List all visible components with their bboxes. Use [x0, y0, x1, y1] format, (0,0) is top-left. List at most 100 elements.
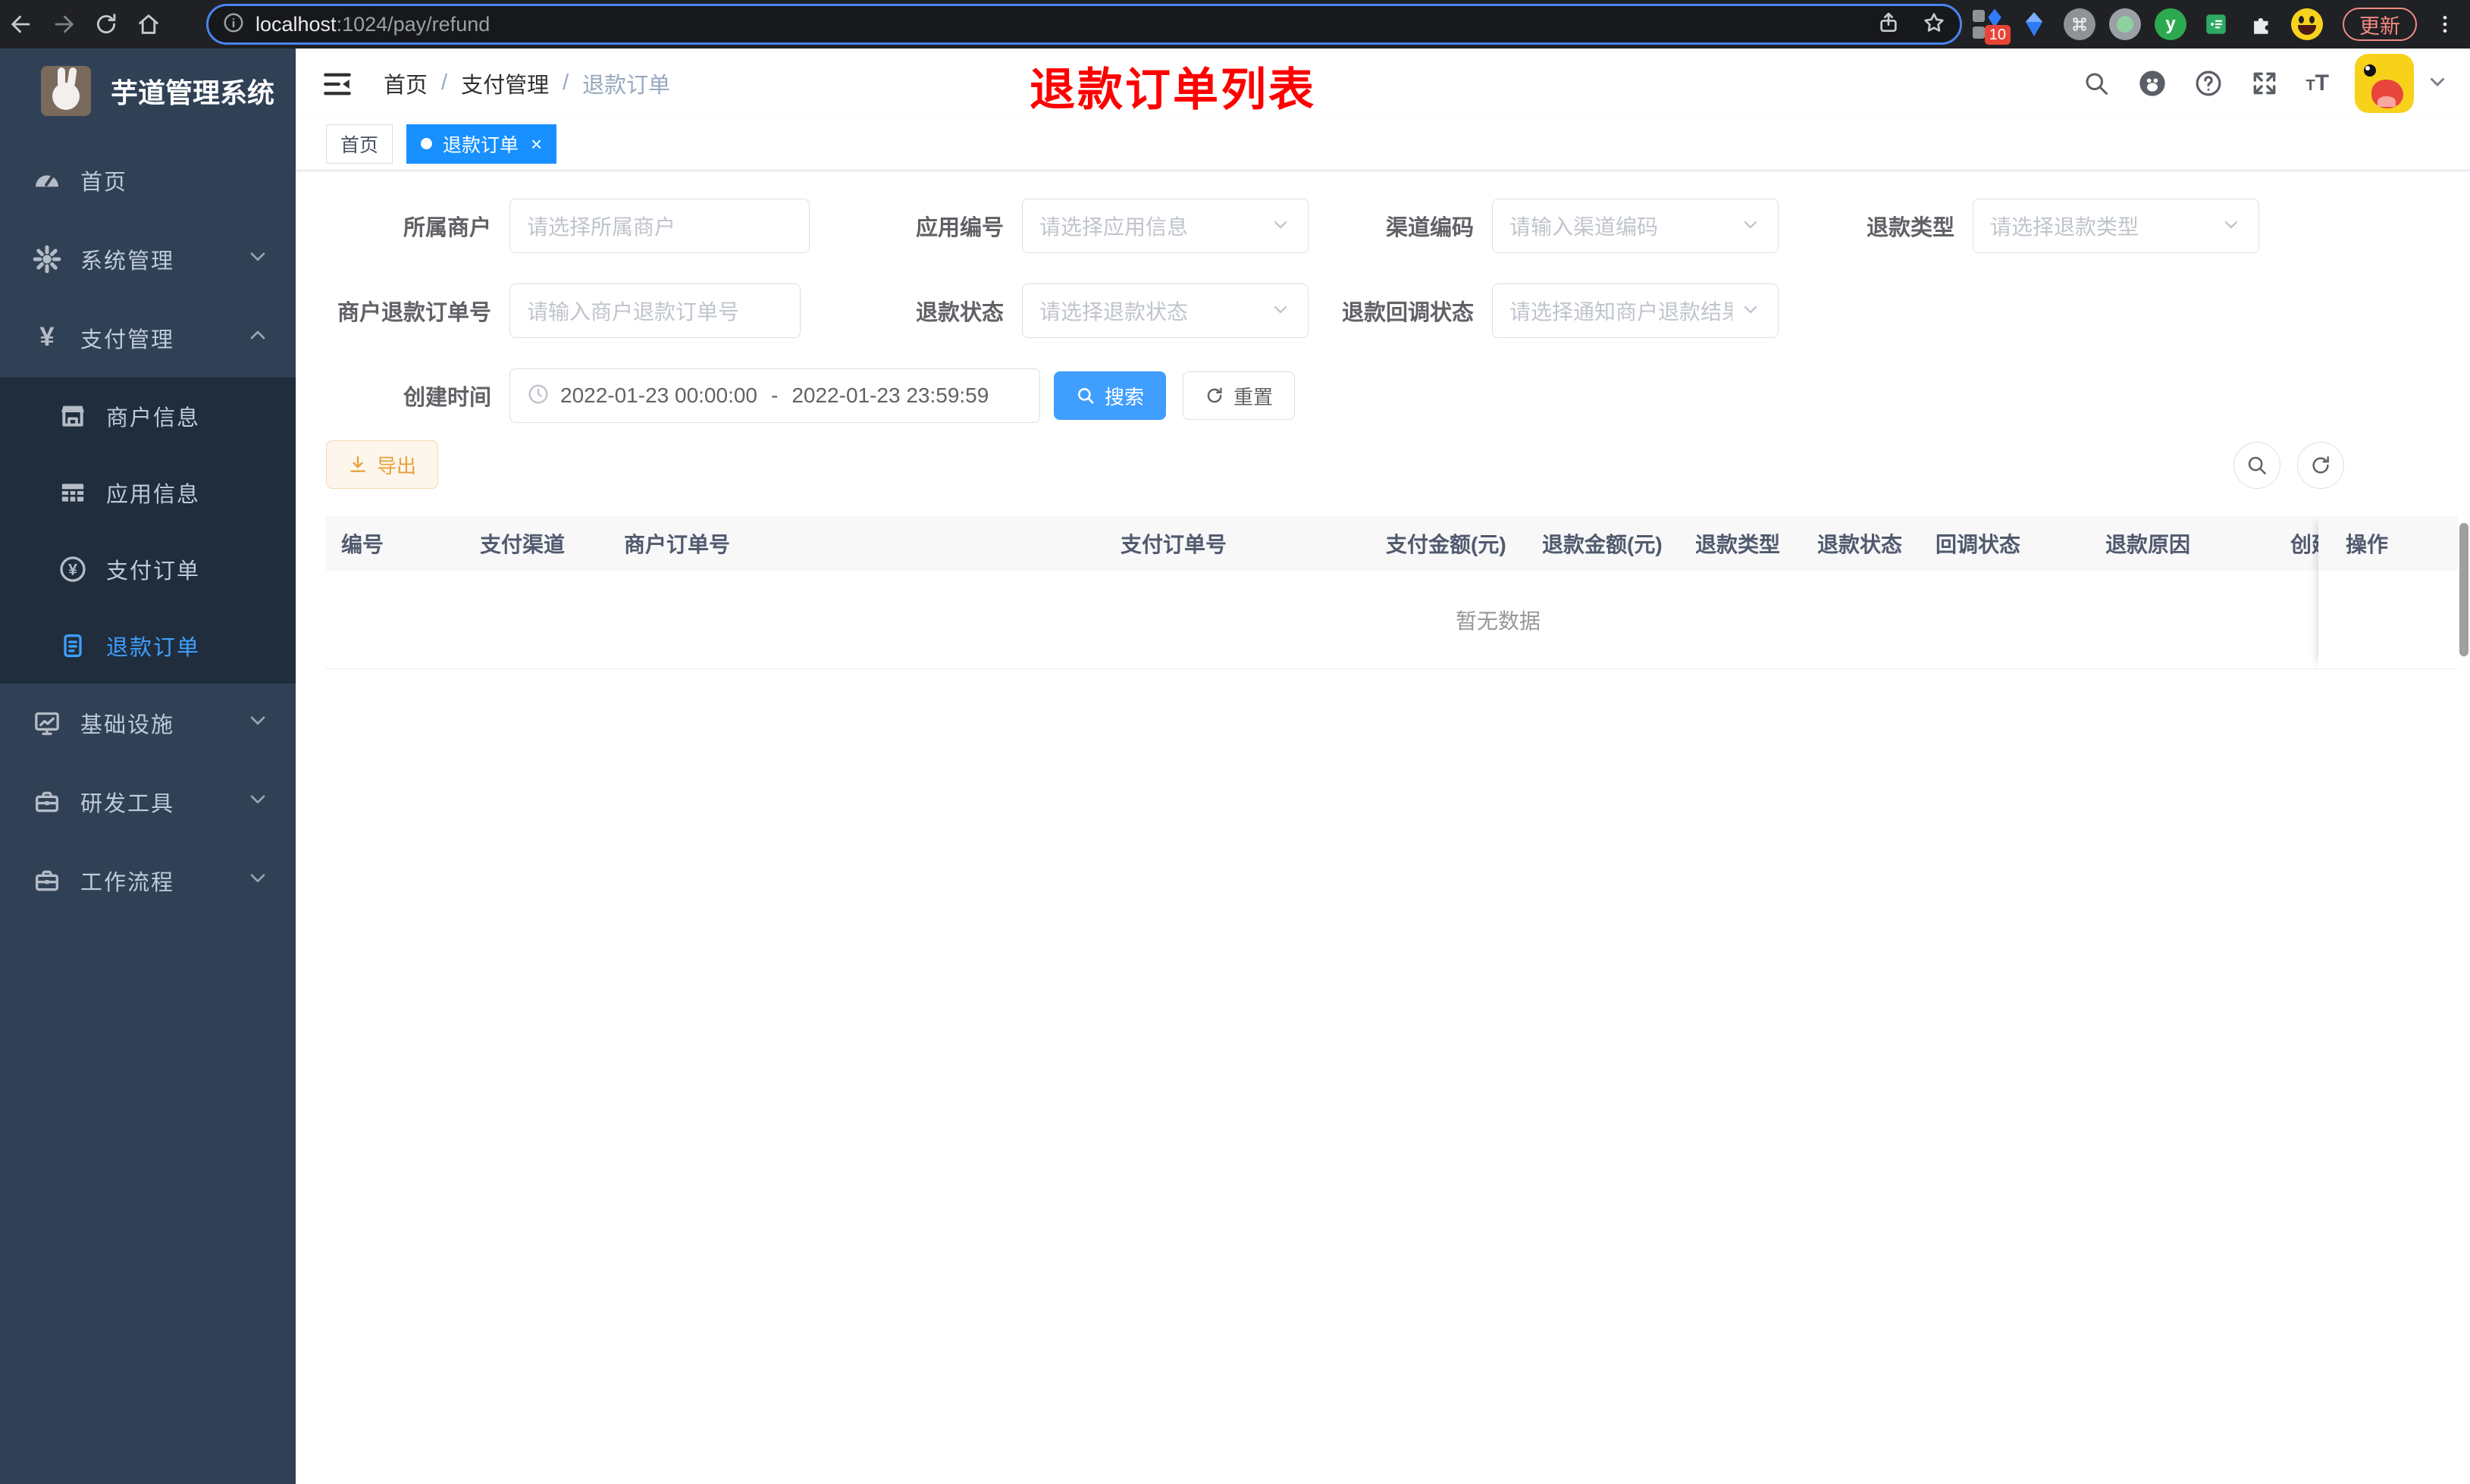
- app-logo-row[interactable]: 芋道管理系统: [0, 49, 296, 133]
- chevron-down-icon: [246, 866, 270, 896]
- clock-icon: [527, 383, 550, 409]
- date-start-value[interactable]: 2022-01-23 00:00:00: [560, 384, 757, 408]
- page-scrollbar-thumb[interactable]: [2459, 523, 2468, 656]
- yencircle-icon: ¥: [56, 553, 89, 586]
- svg-text:¥: ¥: [39, 323, 55, 352]
- sidebar-collapse-icon[interactable]: [321, 68, 353, 104]
- main-panel: 首页 / 支付管理 / 退款订单 退款订单列表 TT 首页 退款订单 × 创建时间 2022…: [296, 49, 2470, 1484]
- browser-forward-button[interactable]: [42, 3, 85, 45]
- filter-select-refund-status[interactable]: 请选择退款状态: [1022, 283, 1309, 338]
- page-content: 创建时间 2022-01-23 00:00:00 - 2022-01-23 23…: [296, 171, 2470, 1484]
- placeholder-text: 请选择应用信息: [1039, 215, 1189, 239]
- sidebar-item-pay-order[interactable]: ¥ 支付订单: [0, 531, 296, 607]
- filter-select-refund-notify-status[interactable]: 请选择通知商户退款结果: [1492, 283, 1779, 338]
- placeholder-text: 请输入商户退款订单号: [527, 300, 740, 324]
- breadcrumb-separator: /: [441, 70, 448, 95]
- export-button[interactable]: 导出: [326, 440, 439, 489]
- sidebar-item-workflow[interactable]: 工作流程: [0, 841, 296, 920]
- reset-button[interactable]: 重置: [1183, 371, 1296, 420]
- tab-首页[interactable]: 首页: [326, 124, 393, 164]
- sidebar-item-label: 商户信息: [106, 405, 201, 430]
- breadcrumb-item[interactable]: 支付管理: [461, 67, 549, 99]
- sidebar-item-label: 研发工具: [80, 792, 175, 816]
- github-icon[interactable]: [2137, 68, 2168, 99]
- placeholder-text: 请输入渠道编码: [1509, 215, 1659, 239]
- extensions-puzzle-icon[interactable]: [2244, 7, 2279, 42]
- site-info-icon[interactable]: [222, 11, 245, 38]
- font-size-icon[interactable]: TT: [2305, 70, 2329, 96]
- browser-toolbar: localhost:1024/pay/refund 10 y 更新: [0, 0, 2470, 49]
- help-icon[interactable]: [2193, 68, 2224, 99]
- sidebar-item-refund-order[interactable]: 退款订单: [0, 607, 296, 684]
- breadcrumb: 首页 / 支付管理 / 退款订单: [384, 49, 670, 117]
- fullscreen-icon[interactable]: [2249, 68, 2280, 99]
- filter-label-create-time: 创建时间: [403, 386, 491, 410]
- toolbox-icon: [30, 785, 64, 819]
- column-header: 回调状态: [1936, 533, 2021, 556]
- filter-input-merchant[interactable]: 请选择所属商户: [509, 199, 810, 253]
- sidebar-item-dev-tools[interactable]: 研发工具: [0, 762, 296, 841]
- extension-green-dot-icon[interactable]: [2108, 7, 2142, 42]
- sidebar-item-label: 工作流程: [80, 871, 175, 895]
- header-search-icon[interactable]: [2081, 68, 2111, 99]
- user-avatar[interactable]: [2355, 53, 2414, 113]
- sidebar-item-app-info[interactable]: 应用信息: [0, 454, 296, 531]
- top-navbar: 首页 / 支付管理 / 退款订单 退款订单列表 TT: [296, 49, 2470, 117]
- sidebar-item-pay[interactable]: ¥ 支付管理: [0, 299, 296, 377]
- chevron-down-icon: [1740, 299, 1761, 324]
- table-empty-row: 暂无数据: [326, 571, 2458, 669]
- column-header: 支付金额(元): [1386, 533, 1506, 556]
- create-time-range-picker[interactable]: 2022-01-23 00:00:00 - 2022-01-23 23:59:5…: [509, 368, 1040, 423]
- user-caret-down-icon[interactable]: [2426, 70, 2449, 96]
- breadcrumb-item[interactable]: 首页: [384, 67, 428, 99]
- browser-menu-icon[interactable]: [2428, 7, 2462, 42]
- sidebar-item-system[interactable]: 系统管理: [0, 220, 296, 299]
- filter-label-app-no: 应用编号: [915, 216, 1004, 240]
- sidebar-item-merchant-info[interactable]: 商户信息: [0, 377, 296, 454]
- filter-input-merchant-refund-no[interactable]: 请输入商户退款订单号: [509, 283, 801, 338]
- refresh-table-button[interactable]: [2297, 442, 2344, 489]
- chevron-down-icon: [246, 244, 270, 274]
- share-icon[interactable]: [1876, 11, 1901, 39]
- sidebar-item-infra[interactable]: 基础设施: [0, 684, 296, 762]
- tab-close-icon[interactable]: ×: [531, 134, 542, 154]
- filter-select-app-no[interactable]: 请选择应用信息: [1022, 199, 1309, 253]
- profile-emoji-icon[interactable]: [2290, 7, 2324, 42]
- tags-view-bar: 首页 退款订单 ×: [296, 117, 2470, 171]
- bookmark-star-icon[interactable]: [1922, 11, 1946, 39]
- filter-select-refund-type[interactable]: 请选择退款类型: [1973, 199, 2259, 253]
- gear-icon: [30, 243, 64, 276]
- sidebar-item-home[interactable]: 首页: [0, 141, 296, 220]
- empty-text: 暂无数据: [1455, 609, 1541, 633]
- tab-label: 退款订单: [443, 134, 519, 156]
- filter-label-refund-notify-status: 退款回调状态: [1341, 301, 1474, 325]
- extension-kite-icon[interactable]: [2017, 7, 2052, 42]
- date-separator: -: [771, 384, 779, 407]
- filter-label-refund-status: 退款状态: [915, 301, 1004, 325]
- browser-update-button[interactable]: 更新: [2343, 8, 2417, 41]
- filter-field-refund-status: 退款状态 请选择退款状态: [810, 283, 1309, 338]
- active-tab-dot: [421, 138, 433, 149]
- url-text: localhost:1024/pay/refund: [255, 12, 491, 36]
- extension-command-icon[interactable]: [2062, 7, 2097, 42]
- table-toolbar: 导出: [326, 440, 2443, 516]
- search-button[interactable]: 搜索: [1054, 371, 1167, 420]
- gauge-icon: [30, 164, 64, 197]
- extension-chat-icon[interactable]: [2199, 7, 2233, 42]
- browser-back-button[interactable]: [0, 3, 42, 45]
- table-header-row: 编号 支付渠道 商户订单号 支付订单号 支付金额(元) 退款金额(元) 退款类型 退款状态 回调…: [326, 516, 2458, 571]
- address-bar[interactable]: localhost:1024/pay/refund: [206, 4, 1962, 45]
- filter-select-channel-code[interactable]: 请输入渠道编码: [1492, 199, 1779, 253]
- extension-tabs-icon[interactable]: 10: [1971, 7, 2011, 45]
- chevron-up-icon: [246, 323, 270, 353]
- yen-icon: ¥: [30, 321, 64, 355]
- date-end-value[interactable]: 2022-01-23 23:59:59: [791, 384, 989, 408]
- extension-y-icon[interactable]: y: [2153, 7, 2188, 42]
- browser-home-button[interactable]: [127, 3, 170, 45]
- show-search-toggle-button[interactable]: [2233, 442, 2280, 489]
- browser-reload-button[interactable]: [85, 3, 127, 45]
- tab-退款订单[interactable]: 退款订单 ×: [406, 124, 557, 164]
- filter-field-channel-code: 渠道编码 请输入渠道编码: [1280, 199, 1779, 253]
- column-header: 商户订单号: [624, 533, 731, 556]
- column-header: 编号: [341, 533, 384, 556]
